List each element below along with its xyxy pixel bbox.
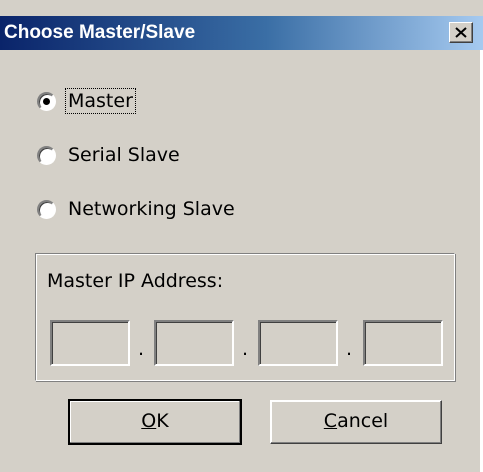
master-ip-label: Master IP Address:	[47, 270, 224, 292]
title-bar[interactable]: Choose Master/Slave	[0, 16, 483, 50]
close-icon	[455, 27, 467, 38]
close-button[interactable]	[449, 22, 473, 43]
ok-mnemonic: O	[141, 410, 157, 432]
radio-master-circle[interactable]	[37, 91, 56, 111]
ip-separator: .	[138, 338, 145, 360]
cancel-button[interactable]: Cancel	[270, 400, 442, 444]
radio-master-label[interactable]: Master	[65, 88, 136, 114]
ip-octet-4[interactable]	[363, 320, 443, 366]
cancel-label-rest: ancel	[337, 410, 389, 432]
cancel-mnemonic: C	[323, 410, 338, 432]
radio-serial-slave[interactable]: Serial Slave	[37, 140, 182, 170]
ok-button[interactable]: OK	[68, 399, 242, 445]
radio-master[interactable]: Master	[37, 86, 136, 116]
radio-networking-slave[interactable]: Networking Slave	[37, 194, 237, 224]
ip-octet-3[interactable]	[258, 320, 338, 366]
ip-octet-1[interactable]	[50, 320, 130, 366]
radio-networking-slave-label[interactable]: Networking Slave	[66, 197, 237, 221]
dialog-window: Choose Master/Slave Master Serial Slave …	[0, 0, 483, 472]
radio-selected-dot	[43, 97, 50, 105]
ip-separator: .	[346, 338, 353, 360]
radio-networking-slave-circle[interactable]	[37, 199, 56, 219]
radio-serial-slave-label[interactable]: Serial Slave	[66, 143, 182, 167]
ip-separator: .	[242, 338, 249, 360]
radio-serial-slave-circle[interactable]	[37, 145, 56, 165]
ok-label-rest: K	[156, 410, 169, 432]
dialog-title: Choose Master/Slave	[4, 22, 196, 43]
ip-octet-2[interactable]	[154, 320, 234, 366]
